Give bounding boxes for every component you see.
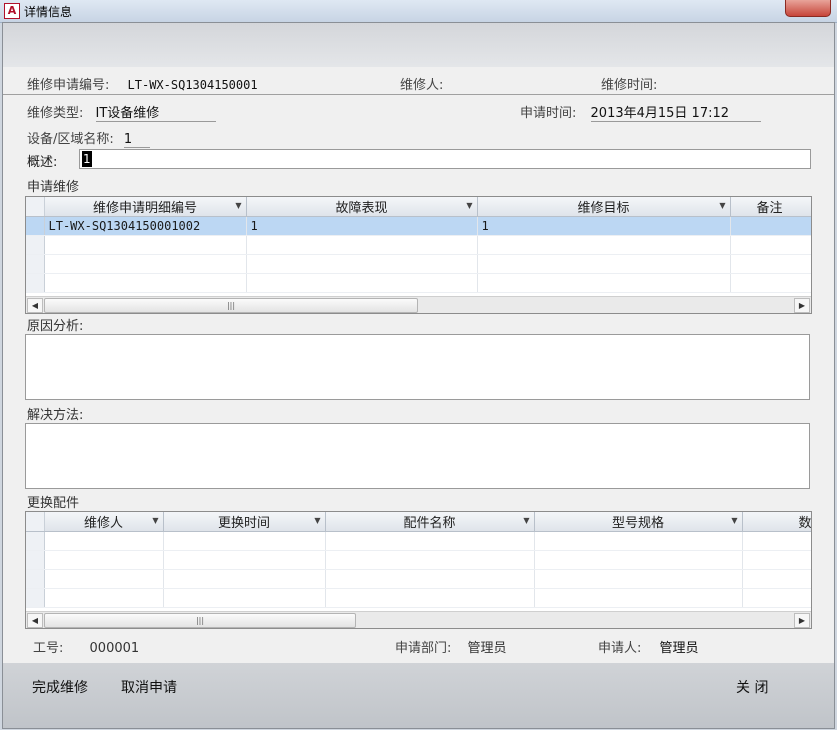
request-no-label: 维修申请编号: (27, 78, 110, 93)
repair-grid[interactable]: 维修申请明细编号 ▼ 故障表现 ▼ 维修目标 ▼ 备注 LT-WX-SQ1304150… (25, 196, 812, 314)
app-icon: A (4, 3, 20, 19)
col-header-target[interactable]: 维修目标 ▼ (477, 197, 731, 217)
col-header-remark[interactable]: 备注 (730, 197, 811, 217)
table-row-empty (26, 531, 811, 551)
col-header-replace-time[interactable]: 更换时间 ▼ (163, 512, 326, 532)
emp-no-value: 000001 (89, 641, 140, 656)
chevron-down-icon[interactable]: ▼ (731, 516, 737, 525)
apply-time-value: 2013年4月15日 17:12 (590, 102, 761, 122)
repair-time-row: 维修时间: (601, 74, 657, 93)
cell-symptom[interactable]: 1 (246, 216, 478, 236)
window-titlebar: A 详情信息 (0, 0, 837, 23)
row-header-corner (26, 197, 45, 217)
col-header-detail-no[interactable]: 维修申请明细编号 ▼ (44, 197, 247, 217)
cell-detail-no[interactable]: LT-WX-SQ1304150001002 (44, 216, 247, 236)
cell-remark[interactable] (730, 216, 811, 236)
repairer-row: 维修人: (400, 74, 443, 93)
top-toolbar-area (3, 23, 834, 67)
applicant-row: 申请人: 管理员 (598, 637, 699, 656)
repair-grid-hscrollbar[interactable]: ◀ ||| ▶ (26, 296, 811, 313)
table-row-empty (26, 588, 811, 608)
chevron-down-icon[interactable]: ▼ (314, 516, 320, 525)
row-header-corner (26, 512, 45, 532)
table-row-empty (26, 550, 811, 570)
dept-row: 申请部门: 管理员 (395, 637, 507, 656)
table-row-empty (26, 235, 811, 255)
complete-repair-button[interactable]: 完成维修 (32, 677, 88, 697)
request-no-value: LT-WX-SQ1304150001 (127, 78, 258, 92)
apply-time-row: 申请时间: 2013年4月15日 17:12 (520, 102, 761, 122)
chevron-down-icon[interactable]: ▼ (466, 201, 472, 210)
col-header-symptom[interactable]: 故障表现 ▼ (246, 197, 478, 217)
solution-label: 解决方法: (27, 408, 84, 423)
request-no-row: 维修申请编号: LT-WX-SQ1304150001 (27, 74, 258, 93)
col-header-model[interactable]: 型号规格 ▼ (534, 512, 743, 532)
parts-grid-hscrollbar[interactable]: ◀ ||| ▶ (26, 611, 811, 628)
summary-field[interactable]: 1 (79, 149, 811, 169)
applicant-value: 管理员 (659, 641, 699, 656)
summary-value: 1 (82, 151, 92, 167)
col-header-repairer[interactable]: 维修人 ▼ (44, 512, 164, 532)
header-separator (3, 94, 834, 95)
repairer-label: 维修人: (400, 78, 444, 93)
row-header[interactable] (26, 216, 45, 236)
parts-section-title: 更换配件 (27, 496, 80, 511)
emp-no-label: 工号: (33, 641, 64, 656)
dept-label: 申请部门: (395, 641, 452, 656)
repair-type-label: 维修类型: (27, 106, 84, 121)
chevron-down-icon[interactable]: ▼ (152, 516, 158, 525)
cell-target[interactable]: 1 (477, 216, 731, 236)
col-header-quantity[interactable]: 数量 (742, 512, 811, 532)
table-row-empty (26, 569, 811, 589)
cancel-request-button[interactable]: 取消申请 (121, 677, 177, 697)
scroll-left-icon[interactable]: ◀ (27, 613, 43, 628)
parts-grid-header: 维修人▼ 更换时间▼ 配件名称▼ 型号规格▼ 数量 (26, 512, 811, 532)
repair-section-title: 申请维修 (27, 180, 80, 195)
window-close-button[interactable] (785, 0, 831, 17)
repair-grid-header: 维修申请明细编号 ▼ 故障表现 ▼ 维修目标 ▼ 备注 (26, 197, 811, 217)
table-row[interactable]: LT-WX-SQ1304150001002 1 1 (26, 216, 811, 236)
window-title: 详情信息 (24, 5, 73, 19)
repair-time-label: 维修时间: (601, 78, 658, 93)
scroll-right-icon[interactable]: ▶ (794, 298, 810, 313)
summary-label: 概述: (27, 155, 58, 170)
table-row-empty (26, 273, 811, 293)
device-row: 设备/区域名称: 1 (27, 128, 150, 148)
applicant-label: 申请人: (598, 641, 642, 656)
close-button[interactable]: 关 闭 (736, 677, 768, 697)
scroll-thumb[interactable]: ||| (44, 298, 418, 313)
dept-value: 管理员 (467, 641, 507, 656)
chevron-down-icon[interactable]: ▼ (719, 201, 725, 210)
scroll-left-icon[interactable]: ◀ (27, 298, 43, 313)
chevron-down-icon[interactable]: ▼ (235, 201, 241, 210)
chevron-down-icon[interactable]: ▼ (523, 516, 529, 525)
emp-no-row: 工号: 000001 (33, 637, 139, 656)
apply-time-label: 申请时间: (520, 106, 577, 121)
repair-type-value: IT设备维修 (95, 102, 216, 122)
solution-textarea[interactable] (25, 423, 810, 489)
cause-textarea[interactable] (25, 334, 810, 400)
scroll-right-icon[interactable]: ▶ (794, 613, 810, 628)
dialog-body: 维修申请编号: LT-WX-SQ1304150001 维修人: 维修时间: 维修… (2, 22, 835, 729)
col-header-part-name[interactable]: 配件名称 ▼ (325, 512, 535, 532)
device-label: 设备/区域名称: (27, 132, 114, 147)
repair-type-row: 维修类型: IT设备维修 (27, 102, 216, 122)
table-row-empty (26, 254, 811, 274)
device-value: 1 (123, 132, 150, 148)
scroll-thumb[interactable]: ||| (44, 613, 356, 628)
action-bar: 完成维修 取消申请 关 闭 (3, 663, 834, 728)
cause-label: 原因分析: (27, 319, 84, 334)
parts-grid[interactable]: 维修人▼ 更换时间▼ 配件名称▼ 型号规格▼ 数量 ◀ ||| ▶ (25, 511, 812, 629)
